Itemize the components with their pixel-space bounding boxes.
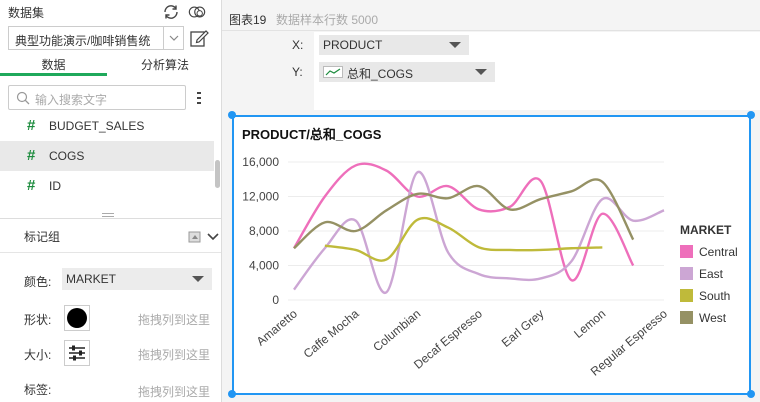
line-chart: PRODUCT/总和_COGS 04,0008,00012,00016,000 … — [242, 127, 738, 379]
extra-axis-row[interactable] — [314, 84, 760, 110]
app-window: 数据集 典型功能演示/咖啡销售统 数据 分析算法 输入搜索文字 # BUDGET… — [0, 0, 760, 402]
y-axis-value: 总和_COGS — [347, 67, 414, 81]
mark-group-controls[interactable] — [188, 230, 220, 244]
legend-title: MARKET — [680, 223, 732, 237]
y-tick-label: 4,000 — [249, 259, 279, 273]
join-icon[interactable] — [188, 3, 206, 21]
caret-down-icon — [449, 42, 461, 48]
resize-handle-bottom-left[interactable] — [228, 390, 236, 398]
resize-handle-bottom-right[interactable] — [747, 390, 755, 398]
x-axis-value: PRODUCT — [323, 38, 383, 52]
tag-drop-zone[interactable]: 拖拽列到这里 — [138, 383, 210, 400]
field-name: COGS — [49, 149, 85, 163]
numeric-field-icon: # — [27, 177, 36, 194]
search-icon — [16, 91, 30, 105]
x-axis-select[interactable]: PRODUCT — [319, 35, 469, 55]
slider-settings-icon — [69, 345, 85, 361]
field-item-cogs[interactable]: # COGS — [0, 141, 214, 171]
field-item-id[interactable]: # ID — [0, 171, 214, 201]
search-placeholder: 输入搜索文字 — [35, 93, 108, 107]
right-panel: 图表19 数据样本行数 5000 X: PRODUCT Y: 总和_COGS P… — [222, 0, 760, 402]
x-tick-label: Amaretto — [254, 306, 301, 348]
x-axis-ticks: Amaretto Caffe Mocha ColumbianDecaf Espres… — [254, 306, 671, 378]
line-chart-icon — [323, 66, 343, 78]
y-tick-label: 8,000 — [249, 224, 279, 238]
dataset-dropdown-arrow[interactable] — [163, 27, 183, 49]
chart-title: PRODUCT/总和_COGS — [242, 127, 382, 142]
field-item-budget-sales[interactable]: # BUDGET_SALES — [0, 111, 214, 141]
x-tick-label: Columbian — [370, 307, 423, 355]
axis-config: X: PRODUCT Y: 总和_COGS — [222, 31, 760, 111]
color-field-select[interactable]: MARKET — [62, 268, 212, 290]
left-panel: 数据集 典型功能演示/咖啡销售统 数据 分析算法 输入搜索文字 # BUDGET… — [0, 0, 222, 402]
chart-header: 图表19 数据样本行数 5000 — [222, 0, 760, 31]
caret-down-icon — [192, 276, 204, 282]
color-field-value: MARKET — [66, 272, 117, 286]
legend-label-central: Central — [699, 245, 738, 259]
y-tick-label: 12,000 — [242, 190, 279, 204]
x-tick-label: Caffe Mocha — [301, 306, 362, 361]
edit-icon[interactable] — [189, 28, 209, 48]
legend-swatch-west — [680, 311, 693, 324]
field-list-scrollbar[interactable] — [215, 160, 220, 188]
chart-grid — [288, 161, 664, 301]
y-axis-label: Y: — [292, 65, 303, 79]
color-label: 颜色: — [24, 275, 52, 289]
mark-group-title: 标记组 — [24, 230, 61, 244]
numeric-field-icon: # — [27, 117, 36, 134]
shape-drop-zone[interactable]: 拖拽列到这里 — [138, 311, 210, 328]
dataset-select-value: 典型功能演示/咖啡销售统 — [15, 34, 151, 48]
tag-label: 标签: — [24, 383, 52, 397]
y-tick-label: 16,000 — [242, 155, 279, 169]
x-axis-label: X: — [292, 38, 304, 52]
splitter-grip[interactable] — [102, 213, 114, 217]
size-drop-zone[interactable]: 拖拽列到这里 — [138, 346, 210, 363]
field-name: ID — [49, 179, 61, 193]
dataset-header: 数据集 — [8, 4, 214, 20]
y-axis-ticks: 0 4,000 8,000 12,000 16,000 — [242, 155, 279, 307]
search-input[interactable]: 输入搜索文字 — [8, 85, 186, 110]
legend-label-east: East — [699, 267, 724, 281]
legend-swatch-south — [680, 289, 693, 302]
chart-legend: MARKET Central East South West — [680, 223, 738, 325]
size-button[interactable] — [64, 340, 90, 366]
resize-handle-top-left[interactable] — [228, 111, 236, 119]
field-list: # BUDGET_SALES # COGS # ID — [0, 111, 214, 211]
tab-analysis-algorithms[interactable]: 分析算法 — [110, 56, 220, 76]
tab-data[interactable]: 数据 — [0, 56, 107, 76]
legend-swatch-central — [680, 245, 693, 258]
size-label: 大小: — [24, 348, 52, 362]
panel-tabs: 数据 分析算法 — [0, 56, 221, 76]
legend-label-west: West — [699, 311, 727, 325]
resize-handle-top-right[interactable] — [747, 111, 755, 119]
series-lines — [292, 162, 665, 294]
numeric-field-icon: # — [27, 147, 36, 164]
dataset-title: 数据集 — [8, 6, 45, 20]
sample-rows-info: 数据样本行数 5000 — [276, 13, 379, 27]
circle-shape-icon — [67, 308, 87, 328]
y-axis-select[interactable]: 总和_COGS — [319, 62, 495, 82]
chart-container[interactable]: PRODUCT/总和_COGS 0 4,000 8,000 12,000 16,000 … — [232, 115, 751, 395]
caret-down-icon — [475, 69, 487, 75]
x-tick-label: Lemon — [571, 307, 608, 341]
x-tick-label: Earl Grey — [499, 307, 547, 350]
panel-splitter[interactable] — [0, 213, 221, 219]
refresh-icon[interactable] — [162, 3, 180, 21]
shape-button[interactable] — [64, 305, 90, 331]
chevron-down-icon — [169, 35, 179, 41]
legend-swatch-east — [680, 267, 693, 280]
field-name: BUDGET_SALES — [49, 119, 145, 133]
divider — [0, 252, 221, 253]
more-menu-icon[interactable] — [196, 91, 202, 105]
legend-label-south: South — [699, 289, 730, 303]
dataset-select[interactable]: 典型功能演示/咖啡销售统 — [8, 26, 184, 50]
y-tick-label: 0 — [272, 293, 279, 307]
shape-label: 形状: — [24, 313, 52, 327]
chart-name[interactable]: 图表19 — [229, 11, 266, 28]
